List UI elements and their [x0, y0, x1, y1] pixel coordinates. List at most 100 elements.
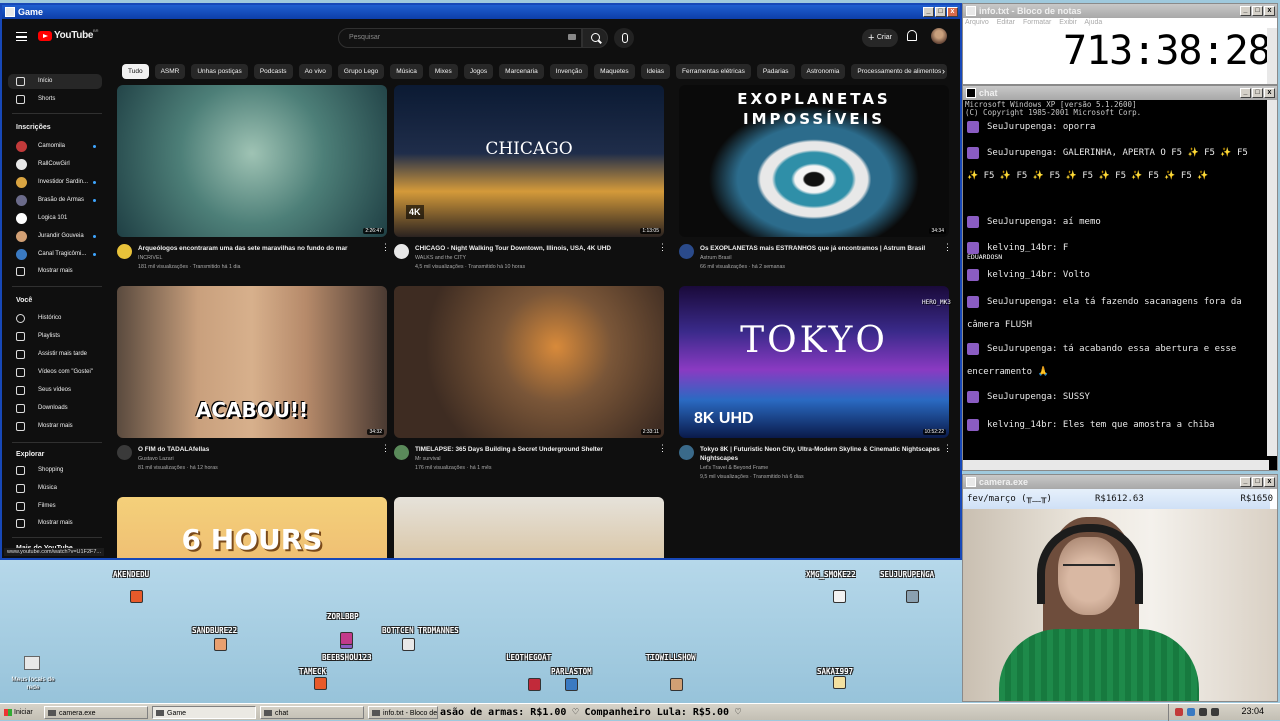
timer-window[interactable]: info.txt - Bloco de notas _ □ x Arquivo … [962, 3, 1278, 85]
minimize-button[interactable]: _ [1240, 477, 1251, 487]
chips-next-icon[interactable]: › [942, 66, 945, 76]
keyboard-icon[interactable] [568, 34, 576, 40]
menu-ajuda[interactable]: Ajuda [1084, 19, 1102, 26]
sidebar-item-download[interactable]: Downloads [8, 401, 102, 416]
timer-scrollbar[interactable] [1267, 28, 1277, 84]
video-title[interactable]: O FIM do TADALAfellas [138, 445, 378, 454]
more-options-icon[interactable]: ⋮ [943, 243, 952, 252]
game-window-titlebar[interactable]: Game _ □ x [2, 5, 960, 19]
sidebar-item-watch-later[interactable]: Assistir mais tarde [8, 347, 102, 362]
chat-scrollbar[interactable] [1267, 100, 1277, 456]
sidebar-item-subscription[interactable]: RallCowGirl [8, 157, 102, 172]
sidebar-item-subscription[interactable]: Brasão de Armas [8, 193, 102, 208]
maximize-button[interactable]: □ [1252, 6, 1263, 16]
menu-arquivo[interactable]: Arquivo [965, 19, 989, 26]
video-thumbnail[interactable] [394, 497, 664, 558]
more-options-icon[interactable]: ⋮ [381, 444, 390, 453]
game-window[interactable]: Game _ □ x YouTube BR Pesquisar Criar Tu… [0, 3, 962, 560]
microphone-icon[interactable] [614, 28, 634, 48]
sidebar-item-shopping[interactable]: Shopping [8, 463, 102, 478]
chip-3[interactable]: Podcasts [253, 64, 293, 79]
chip-12[interactable]: Ideias [640, 64, 670, 79]
minimize-button[interactable]: _ [923, 7, 934, 17]
channel-avatar[interactable] [117, 445, 132, 460]
menu-formatar[interactable]: Formatar [1023, 19, 1051, 26]
video-title[interactable]: Os EXOPLANETAS mais ESTRANHOS que já enc… [700, 244, 940, 253]
chip-15[interactable]: Astronomia [800, 64, 846, 79]
menu-icon[interactable] [16, 32, 27, 41]
chat-window-titlebar[interactable]: chat _ □ x [963, 86, 1277, 100]
task-chat[interactable]: chat [260, 706, 364, 719]
maximize-button[interactable]: □ [1252, 477, 1263, 487]
chip-11[interactable]: Maquetes [594, 64, 635, 79]
sidebar-show-more[interactable]: Mostrar mais [8, 419, 102, 434]
sidebar-item-subscription[interactable]: Jurandir Gouveia [8, 229, 102, 244]
chip-10[interactable]: Invenção [549, 64, 589, 79]
network-places-icon[interactable] [24, 656, 40, 670]
channel-name[interactable]: Let's Travel & Beyond Frame [700, 464, 768, 472]
sidebar-item-music[interactable]: Música [8, 481, 102, 496]
sidebar-show-more[interactable]: Mostrar mais [8, 264, 102, 279]
tray-app-icon[interactable] [1211, 708, 1219, 716]
channel-name[interactable]: WALKS and the CITY [415, 254, 466, 262]
channel-name[interactable]: Gustavo Lazari [138, 455, 174, 463]
channel-avatar[interactable] [679, 244, 694, 259]
desktop-icon-label[interactable]: Meus locais de rede [6, 676, 60, 692]
sidebar-item-subscription[interactable]: Investidor Sardin... [8, 175, 102, 190]
tray-volume-icon[interactable] [1199, 708, 1207, 716]
sidebar-item-like[interactable]: Vídeos com "Gostei" [8, 365, 102, 380]
sidebar-item-shorts[interactable]: Shorts [8, 92, 102, 107]
video-thumbnail[interactable]: 6 HOURS [117, 497, 387, 558]
sidebar-item-film[interactable]: Filmes [8, 499, 102, 514]
chip-16[interactable]: Processamento de alimentos [851, 64, 948, 79]
channel-avatar[interactable] [394, 244, 409, 259]
chat-window[interactable]: chat _ □ x Microsoft Windows XP [versão … [962, 85, 1278, 471]
sidebar-section-subscriptions[interactable]: Inscrições [16, 124, 51, 131]
sidebar-item-inicio[interactable]: Início [8, 74, 102, 89]
search-button[interactable] [582, 28, 608, 48]
sidebar-item-history[interactable]: Histórico [8, 311, 102, 326]
close-button[interactable]: x [1264, 88, 1275, 98]
chip-4[interactable]: Ao vivo [298, 64, 332, 79]
camera-window-titlebar[interactable]: camera.exe _ □ x [963, 475, 1277, 489]
menu-editar[interactable]: Editar [997, 19, 1015, 26]
chip-8[interactable]: Jogos [463, 64, 494, 79]
sidebar-item-subscription[interactable]: Canal Tragicômi... [8, 247, 102, 262]
video-thumbnail[interactable]: EXOPLANETAS IMPOSSÍVEIS 34:34 [679, 85, 949, 237]
timer-window-titlebar[interactable]: info.txt - Bloco de notas _ □ x [963, 4, 1277, 18]
task-game[interactable]: Game [152, 706, 256, 719]
channel-avatar[interactable] [117, 244, 132, 259]
video-thumbnail[interactable]: CHICAGO 4K 1:13:05 [394, 85, 664, 237]
notifications-bell-icon[interactable] [907, 30, 917, 41]
camera-window[interactable]: camera.exe _ □ x fev/março (╥﹏╥) R$1612.… [962, 474, 1278, 702]
chip-5[interactable]: Grupo Lego [337, 64, 385, 79]
chip-1[interactable]: ASMR [154, 64, 186, 79]
channel-name[interactable]: INCRIVEL [138, 254, 162, 262]
task-notepad[interactable]: info.txt - Bloco de notas [368, 706, 438, 719]
youtube-logo-icon[interactable] [38, 31, 52, 41]
search-input[interactable]: Pesquisar [338, 28, 582, 48]
chip-2[interactable]: Unhas postiças [191, 64, 248, 79]
more-options-icon[interactable]: ⋮ [381, 243, 390, 252]
menu-exibir[interactable]: Exibir [1059, 19, 1077, 26]
video-thumbnail[interactable]: TOKYO 8K UHD 10:52:22 [679, 286, 949, 438]
chip-9[interactable]: Marcenaria [499, 64, 544, 79]
channel-avatar[interactable] [394, 445, 409, 460]
close-button[interactable]: x [1264, 6, 1275, 16]
close-button[interactable]: x [1264, 477, 1275, 487]
channel-avatar[interactable] [679, 445, 694, 460]
video-title-line2[interactable]: Nightscapes [700, 454, 738, 463]
more-options-icon[interactable]: ⋮ [658, 243, 667, 252]
create-button[interactable]: Criar [862, 29, 898, 47]
account-avatar[interactable] [931, 28, 947, 44]
channel-name[interactable]: Astrum Brasil [700, 254, 732, 262]
video-thumbnail[interactable]: ACABOU!! 34:32 [117, 286, 387, 438]
more-options-icon[interactable]: ⋮ [658, 444, 667, 453]
chip-0[interactable]: Tudo [122, 64, 149, 79]
chip-7[interactable]: Mixes [428, 64, 458, 79]
close-button[interactable]: x [947, 7, 958, 17]
sidebar-section-you[interactable]: Você [16, 297, 32, 304]
chip-6[interactable]: Música [390, 64, 423, 79]
channel-name[interactable]: Mr survival [415, 455, 441, 463]
video-thumbnail[interactable]: 2:26:47 [117, 85, 387, 237]
